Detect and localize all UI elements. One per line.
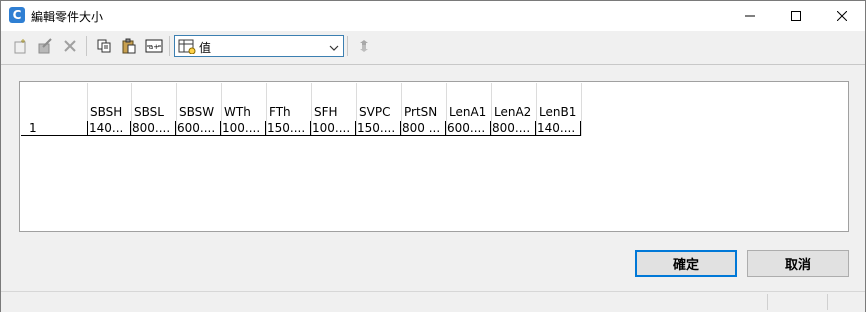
grid-cell[interactable]: 600.... bbox=[446, 121, 491, 136]
grid-cell[interactable]: 800.... bbox=[491, 121, 536, 136]
new-row-button[interactable] bbox=[9, 35, 31, 57]
maximize-icon bbox=[791, 11, 801, 21]
grid-cell[interactable]: 100.... bbox=[311, 121, 356, 136]
grid-cell[interactable]: 140.... bbox=[536, 121, 581, 136]
close-button[interactable] bbox=[819, 1, 865, 31]
close-icon bbox=[837, 11, 847, 21]
status-separator bbox=[767, 294, 768, 310]
grid-cell[interactable]: 600.... bbox=[176, 121, 221, 136]
column-header-svpc[interactable]: SVPC bbox=[356, 83, 401, 121]
minimize-button[interactable] bbox=[727, 1, 773, 31]
column-header-prtsn[interactable]: PrtSN bbox=[401, 83, 446, 121]
ok-button[interactable]: 確定 bbox=[635, 250, 737, 277]
status-bar bbox=[1, 291, 865, 312]
column-header-lenb1[interactable]: LenB1 bbox=[536, 83, 581, 121]
edit-icon bbox=[38, 38, 52, 54]
grid-cell[interactable]: 800.... bbox=[131, 121, 176, 136]
app-icon: C bbox=[9, 7, 25, 23]
parameter-grid: SBSH SBSL SBSW WTh FTh SFH SVPC PrtSN Le… bbox=[19, 81, 849, 232]
row-header[interactable]: 1 bbox=[21, 121, 87, 136]
new-row-icon bbox=[14, 39, 26, 54]
grid-cell[interactable]: 800 ... bbox=[401, 121, 446, 136]
table-view-icon bbox=[178, 38, 196, 57]
toolbar-separator bbox=[347, 36, 348, 56]
toolbar-separator bbox=[169, 36, 170, 56]
refresh-icon bbox=[360, 40, 368, 52]
maximize-button[interactable] bbox=[773, 1, 819, 31]
window-title: 編輯零件大小 bbox=[31, 10, 104, 24]
grid-cell[interactable]: 150.... bbox=[356, 121, 401, 136]
grid-cell[interactable]: 150.... bbox=[266, 121, 311, 136]
refresh-button[interactable] bbox=[353, 35, 375, 57]
delete-row-button[interactable] bbox=[59, 35, 81, 57]
column-header-sfh[interactable]: SFH bbox=[311, 83, 356, 121]
column-header-lena1[interactable]: LenA1 bbox=[446, 83, 491, 121]
paste-icon bbox=[122, 38, 136, 54]
column-header-wth[interactable]: WTh bbox=[221, 83, 266, 121]
column-header-fth[interactable]: FTh bbox=[266, 83, 311, 121]
cancel-button[interactable]: 取消 bbox=[747, 250, 849, 277]
delete-icon bbox=[64, 40, 76, 52]
status-separator bbox=[827, 294, 828, 310]
chevron-down-icon bbox=[329, 41, 339, 55]
toolbar-separator bbox=[86, 36, 87, 56]
toolbar-divider bbox=[1, 64, 865, 65]
grid-cell[interactable]: 140... bbox=[87, 121, 131, 136]
grid-cell[interactable]: 100.... bbox=[221, 121, 266, 136]
copy-icon bbox=[97, 39, 111, 53]
minimize-icon bbox=[745, 15, 755, 17]
column-header-sbsw[interactable]: SBSW bbox=[176, 83, 221, 121]
title-bar: C 編輯零件大小 bbox=[1, 1, 865, 31]
edit-row-button[interactable] bbox=[34, 35, 56, 57]
column-header-lena2[interactable]: LenA2 bbox=[491, 83, 536, 121]
column-header-sbsl[interactable]: SBSL bbox=[131, 83, 176, 121]
resize-columns-icon: a+ bbox=[145, 39, 163, 53]
svg-text:a+: a+ bbox=[149, 43, 159, 51]
resize-columns-button[interactable]: a+ bbox=[143, 35, 165, 57]
dropdown-value: 值 bbox=[199, 41, 212, 55]
dialog-window: C 編輯零件大小 a+ 值 SBSH SBSL SBSW WTh FTh SFH… bbox=[0, 0, 866, 312]
column-header-sbsh[interactable]: SBSH bbox=[87, 83, 131, 121]
copy-button[interactable] bbox=[93, 35, 115, 57]
toolbar: a+ 值 bbox=[1, 31, 865, 61]
paste-button[interactable] bbox=[118, 35, 140, 57]
value-mode-dropdown[interactable]: 值 bbox=[174, 35, 344, 57]
